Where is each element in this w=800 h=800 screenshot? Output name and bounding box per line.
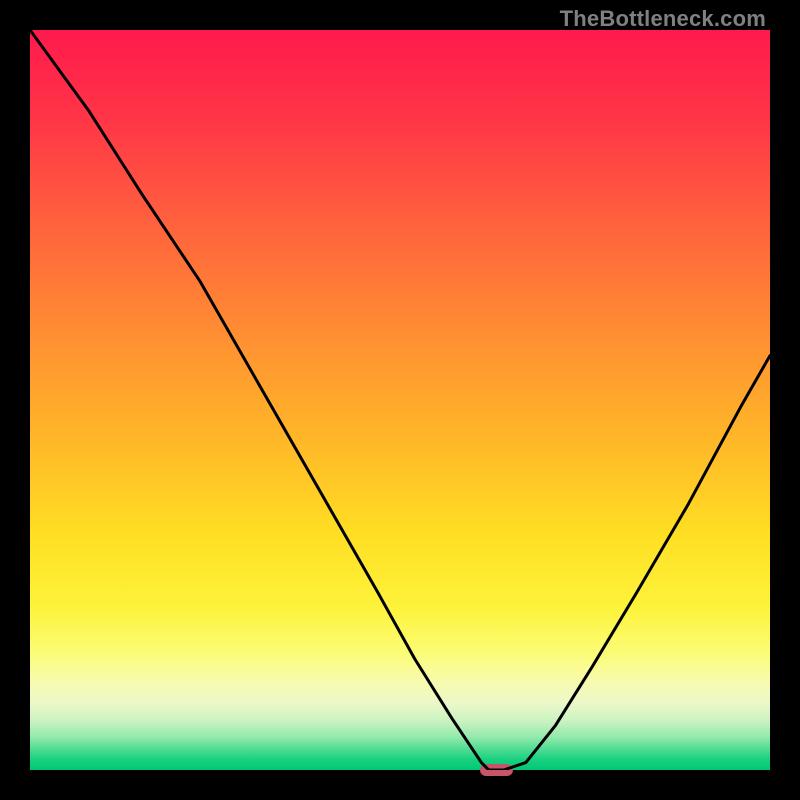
chart-frame: TheBottleneck.com (0, 0, 800, 800)
plot-area (30, 30, 770, 770)
watermark-text: TheBottleneck.com (560, 6, 766, 32)
bottleneck-curve (30, 30, 770, 770)
